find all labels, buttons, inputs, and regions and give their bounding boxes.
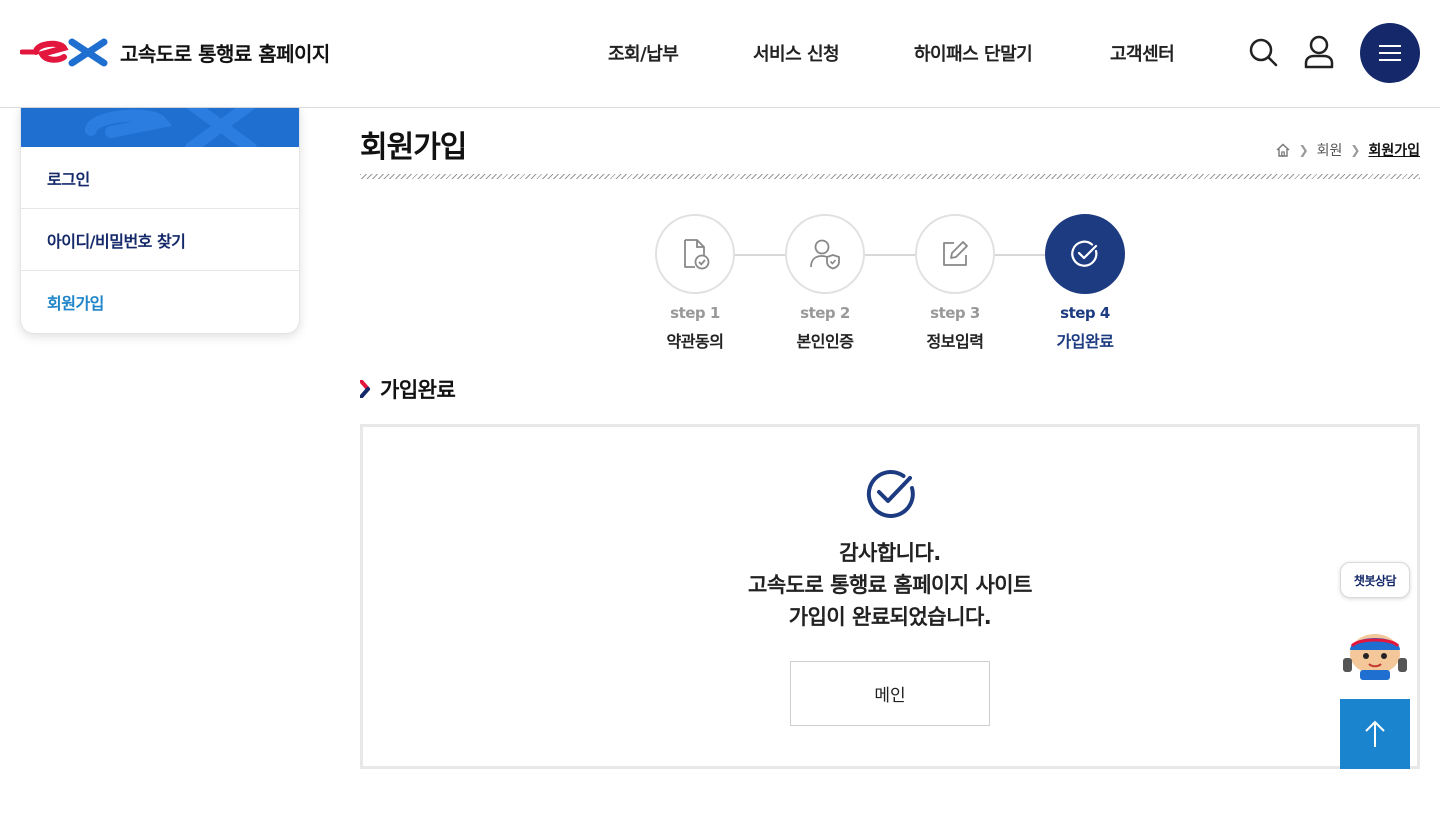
step-connector [735, 254, 785, 256]
step-4-number: step 4 [1060, 304, 1110, 322]
step-1: step 1 약관동의 [655, 214, 735, 352]
completion-message-line-1: 감사합니다. [839, 541, 941, 565]
signup-steps: step 1 약관동의 step 2 본인인증 step 3 정보입력 step… [655, 214, 1125, 354]
nav-item-hipass-device[interactable]: 하이패스 단말기 [914, 40, 1033, 66]
arrow-up-icon [1365, 720, 1385, 747]
step-2-number: step 2 [800, 304, 850, 322]
step-3-label: 정보입력 [926, 332, 984, 351]
sidebar-item-signup[interactable]: 회원가입 [21, 271, 299, 333]
home-icon[interactable] [1275, 142, 1291, 158]
chatbot-bubble[interactable]: 챗봇상담 [1340, 562, 1410, 598]
site-logo[interactable]: 고속도로 통행료 홈페이지 [20, 30, 330, 74]
step-3: step 3 정보입력 [915, 214, 995, 352]
nav-item-customer-center[interactable]: 고객센터 [1110, 40, 1175, 66]
completion-message: 감사합니다. 고속도로 통행료 홈페이지 사이트 가입이 완료되었습니다. [363, 537, 1417, 633]
user-button[interactable] [1302, 34, 1336, 70]
nav-item-lookup-payment[interactable]: 조회/납부 [608, 40, 679, 66]
step-3-number: step 3 [930, 304, 980, 322]
step-2-label: 본인인증 [796, 332, 854, 351]
step-2: step 2 본인인증 [785, 214, 865, 352]
document-check-icon [684, 239, 710, 270]
breadcrumb: ❯ 회원 ❯ 회원가입 [1275, 140, 1420, 160]
step-4: step 4 가입완료 [1045, 214, 1125, 352]
chatbot-widget[interactable]: 챗봇상담 [1340, 562, 1410, 682]
chevron-bullet-icon [360, 380, 370, 398]
step-4-circle [1045, 214, 1125, 294]
user-shield-icon [810, 239, 840, 270]
chevron-right-icon: ❯ [1350, 143, 1361, 157]
step-1-label: 약관동의 [666, 332, 724, 351]
completion-message-line-2: 고속도로 통행료 홈페이지 사이트 [748, 573, 1032, 597]
user-icon [1304, 35, 1334, 69]
completion-message-line-3: 가입이 완료되었습니다. [788, 605, 992, 629]
section-heading: 가입완료 [360, 374, 456, 404]
step-1-number: step 1 [670, 304, 720, 322]
title-divider [360, 174, 1420, 179]
step-connector [995, 254, 1045, 256]
search-button[interactable] [1246, 34, 1280, 70]
sidebar-item-find-id-password[interactable]: 아이디/비밀번호 찾기 [21, 209, 299, 271]
sidebar-item-login[interactable]: 로그인 [21, 147, 299, 209]
ex-logo-icon [20, 38, 108, 67]
site-header: 고속도로 통행료 홈페이지 조회/납부 서비스 신청 하이패스 단말기 고객센터 [0, 0, 1440, 108]
site-title: 고속도로 통행료 홈페이지 [120, 41, 330, 66]
section-heading-text: 가입완료 [380, 378, 456, 402]
breadcrumb-item-current[interactable]: 회원가입 [1368, 140, 1420, 160]
all-menu-button[interactable] [1360, 23, 1420, 83]
menu-icon [1379, 45, 1401, 61]
signup-complete-box: 감사합니다. 고속도로 통행료 홈페이지 사이트 가입이 완료되었습니다. 메인 [360, 424, 1420, 769]
scroll-top-button[interactable] [1340, 699, 1410, 769]
check-circle-icon [1071, 240, 1098, 267]
sidebar: 로그인 아이디/비밀번호 찾기 회원가입 [20, 108, 300, 334]
page-title: 회원가입 [360, 130, 467, 165]
sidebar-banner-logo [85, 108, 257, 147]
search-icon [1249, 38, 1278, 67]
step-4-label: 가입완료 [1056, 332, 1114, 351]
edit-icon [943, 241, 968, 266]
breadcrumb-item-member[interactable]: 회원 [1317, 140, 1343, 160]
step-2-circle [785, 214, 865, 294]
chevron-right-icon: ❯ [1298, 143, 1309, 157]
nav-item-service-apply[interactable]: 서비스 신청 [753, 40, 840, 66]
main-button[interactable]: 메인 [790, 661, 990, 726]
step-3-circle [915, 214, 995, 294]
step-1-circle [655, 214, 735, 294]
check-circle-icon [866, 470, 915, 518]
sidebar-banner [21, 108, 299, 147]
chatbot-mascot-icon [1343, 634, 1407, 680]
step-connector [865, 254, 915, 256]
